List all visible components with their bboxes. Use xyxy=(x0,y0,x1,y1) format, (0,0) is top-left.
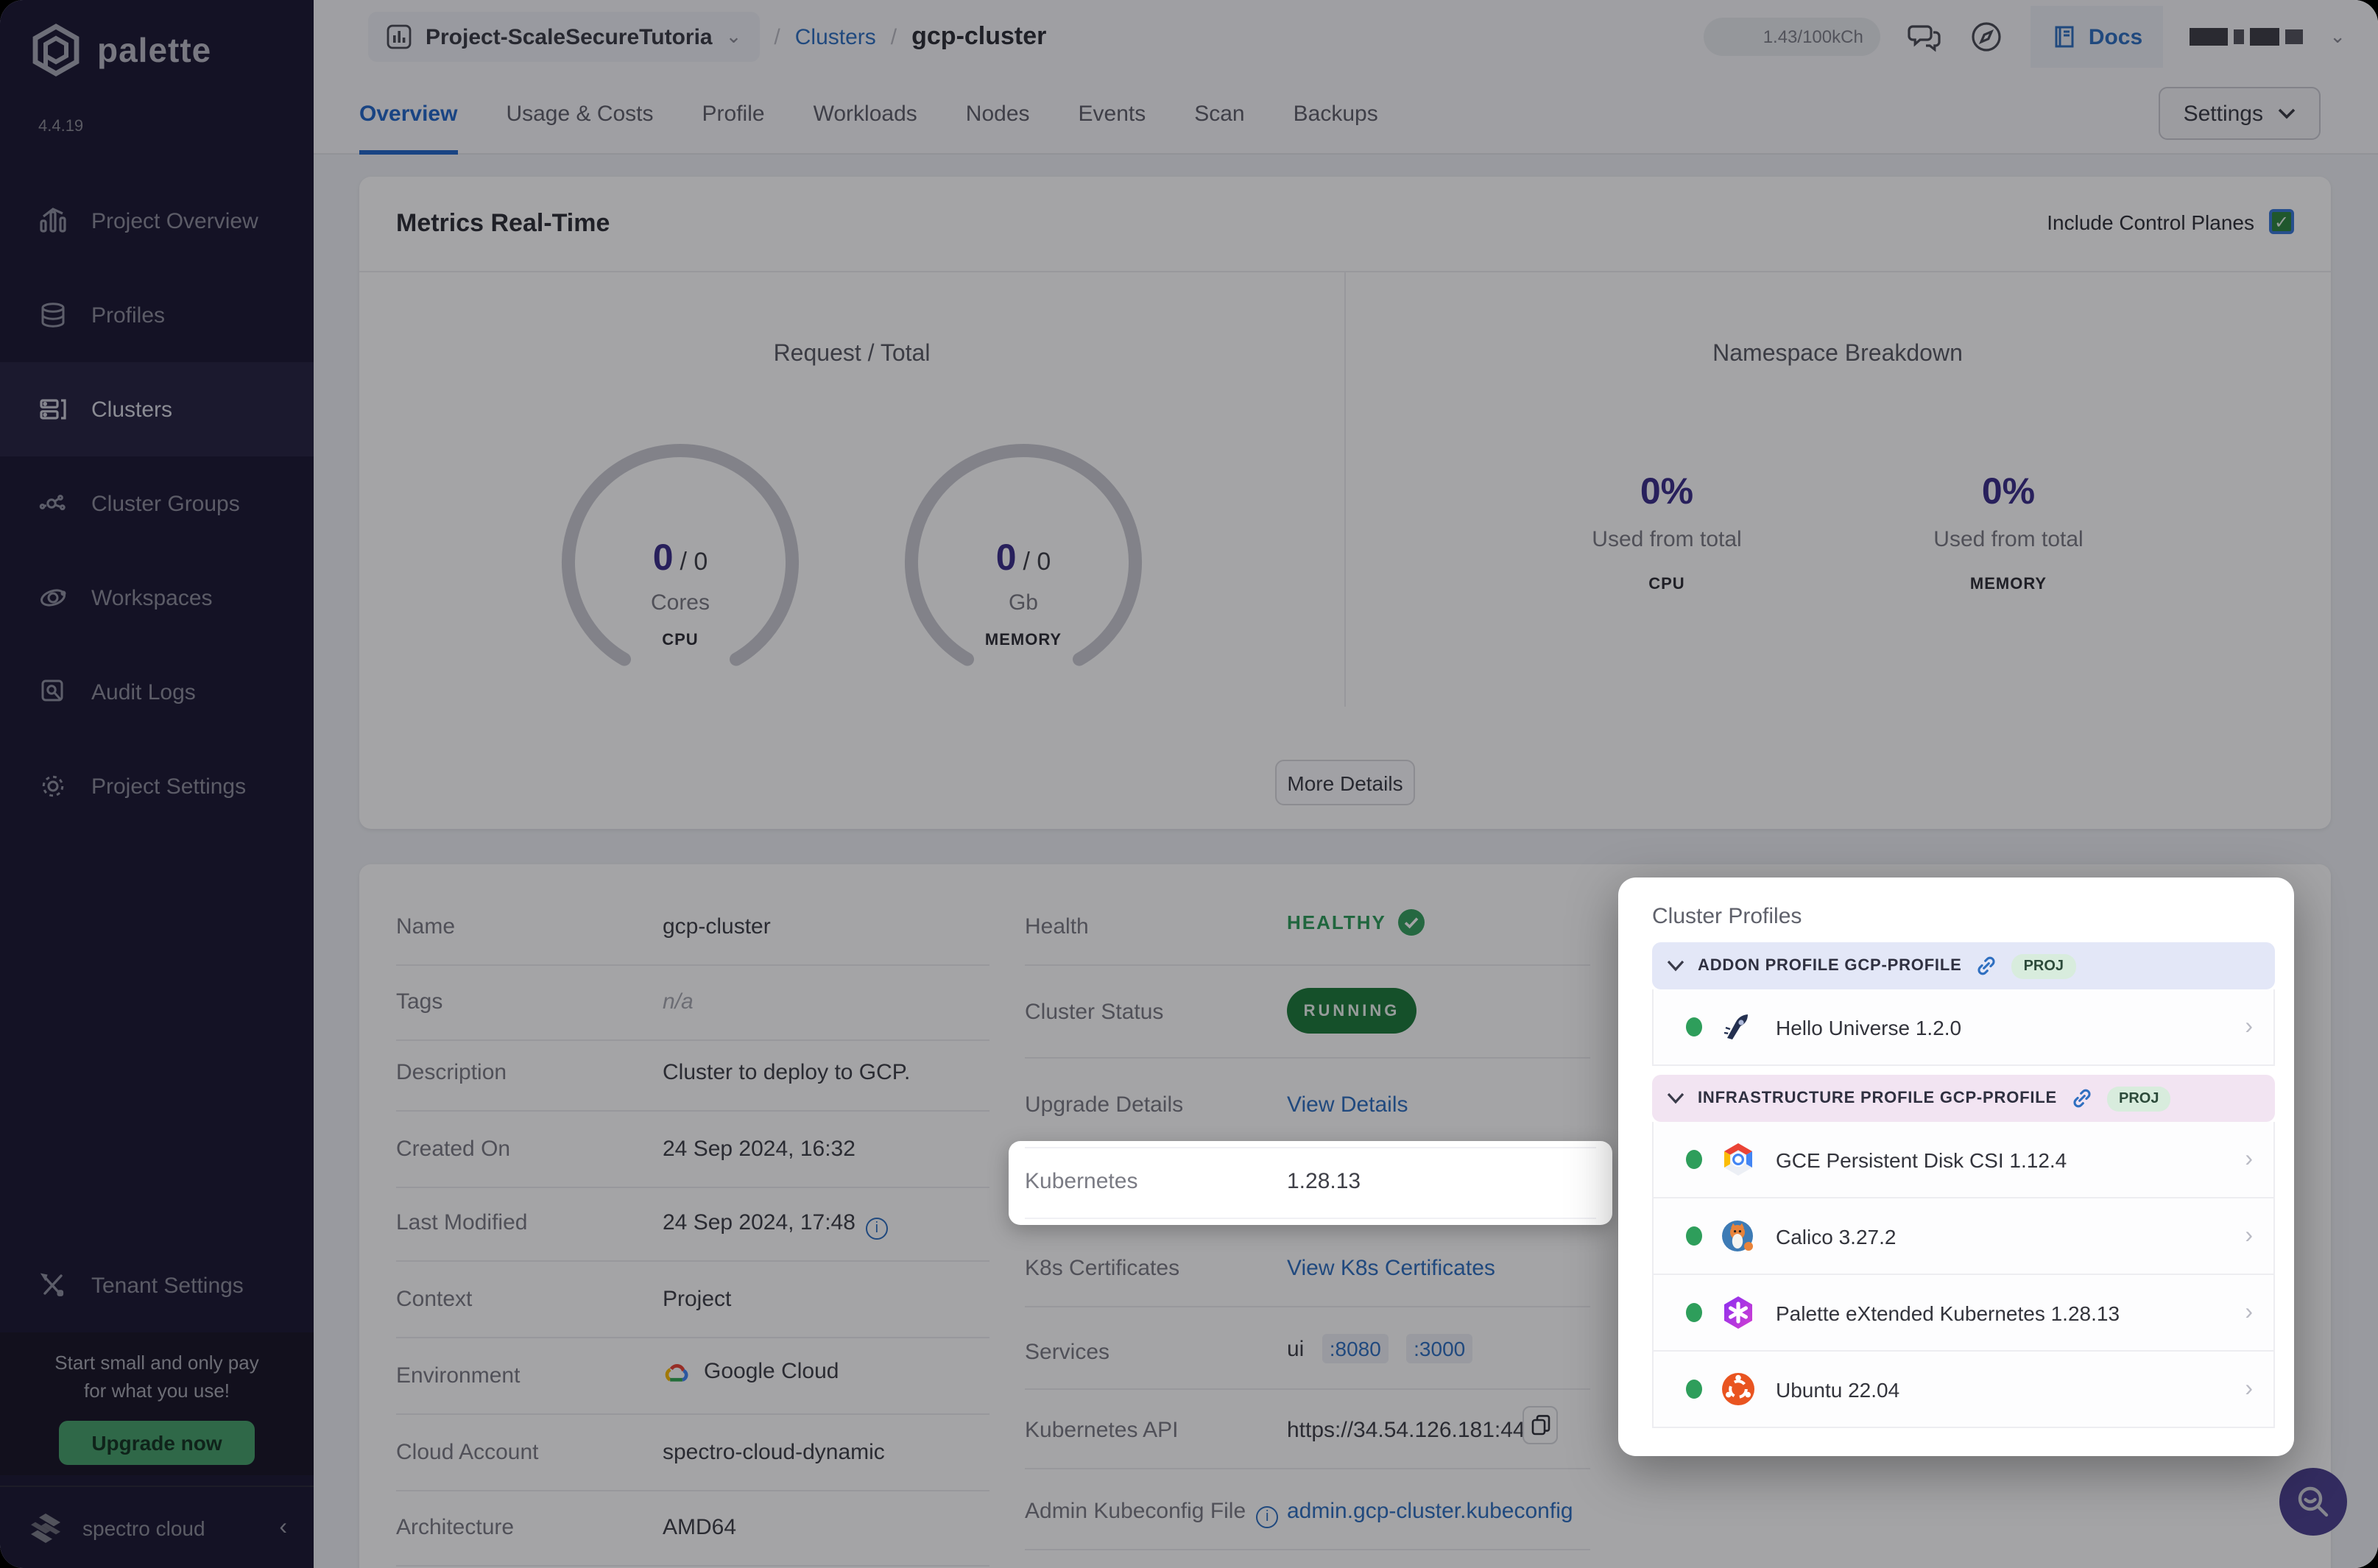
addon-profile-name: ADDON PROFILE GCP-PROFILE xyxy=(1698,957,1962,975)
gce-persistent-disk-icon xyxy=(1724,1143,1752,1176)
profile-layer-palette-extended-kubernetes[interactable]: Palette eXtended Kubernetes 1.28.13 › xyxy=(1652,1275,2275,1352)
chevron-right-icon: › xyxy=(2245,1146,2253,1171)
infrastructure-profile-header[interactable]: INFRASTRUCTURE PROFILE GCP-PROFILE PROJ xyxy=(1652,1075,2275,1122)
status-dot-green xyxy=(1686,1017,1702,1036)
profile-layer-name: Hello Universe 1.2.0 xyxy=(1776,1015,1962,1039)
status-dot-green xyxy=(1686,1226,1702,1246)
profile-layer-hello-universe[interactable]: Hello Universe 1.2.0 › xyxy=(1652,989,2275,1066)
infrastructure-profile-name: INFRASTRUCTURE PROFILE GCP-PROFILE xyxy=(1698,1090,2057,1107)
ubuntu-icon xyxy=(1722,1373,1754,1405)
chevron-down-icon xyxy=(1667,1092,1684,1104)
profile-layer-name: Calico 3.27.2 xyxy=(1776,1224,1897,1248)
proj-badge: PROJ xyxy=(2011,953,2076,978)
profile-layer-name: Ubuntu 22.04 xyxy=(1776,1377,1900,1401)
proj-badge: PROJ xyxy=(2107,1086,2171,1111)
profile-layer-ubuntu[interactable]: Ubuntu 22.04 › xyxy=(1652,1352,2275,1428)
cluster-profiles-title: Cluster Profiles xyxy=(1652,904,1802,929)
kubernetes-version-value: 1.28.13 xyxy=(1287,1169,1361,1194)
link-icon[interactable] xyxy=(2070,1087,2094,1110)
kubernetes-version-spotlight-row[interactable]: Kubernetes 1.28.13 xyxy=(1009,1141,1612,1225)
chevron-down-icon xyxy=(1667,960,1684,972)
chevron-right-icon: › xyxy=(2245,1014,2253,1039)
chevron-right-icon: › xyxy=(2245,1299,2253,1324)
hello-universe-icon xyxy=(1723,1014,1748,1039)
chevron-right-icon: › xyxy=(2245,1376,2253,1401)
app-window: palette 4.4.19 Project Overview Profiles… xyxy=(0,0,2378,1568)
chevron-right-icon: › xyxy=(2245,1223,2253,1248)
profile-layer-name: Palette eXtended Kubernetes 1.28.13 xyxy=(1776,1301,2120,1324)
addon-profile-header[interactable]: ADDON PROFILE GCP-PROFILE PROJ xyxy=(1652,942,2275,989)
link-icon[interactable] xyxy=(1975,954,1999,978)
kubernetes-label: Kubernetes xyxy=(1025,1169,1138,1194)
status-dot-green xyxy=(1686,1150,1702,1169)
calico-icon xyxy=(1722,1221,1753,1251)
profiles-list: ADDON PROFILE GCP-PROFILE PROJ Hello Uni… xyxy=(1652,942,2275,1428)
status-dot-green xyxy=(1686,1380,1702,1399)
profile-layer-name: GCE Persistent Disk CSI 1.12.4 xyxy=(1776,1148,2067,1171)
profile-layer-calico[interactable]: Calico 3.27.2 › xyxy=(1652,1198,2275,1275)
profile-layer-gce-csi[interactable]: GCE Persistent Disk CSI 1.12.4 › xyxy=(1652,1122,2275,1198)
status-dot-green xyxy=(1686,1303,1702,1322)
pxk-icon xyxy=(1724,1296,1752,1329)
cluster-profiles-popup: Cluster Profiles ADDON PROFILE GCP-PROFI… xyxy=(1618,877,2294,1456)
